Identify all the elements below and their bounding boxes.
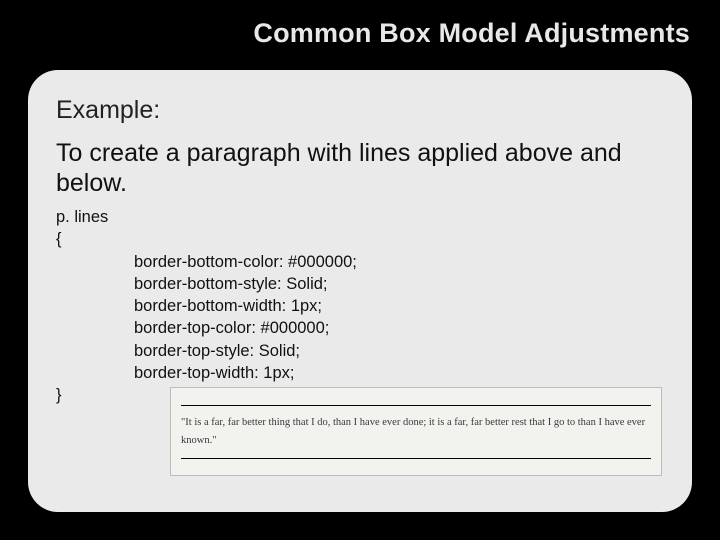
code-line: border-bottom-color: #000000; — [56, 251, 664, 273]
code-line: border-bottom-style: Solid; — [56, 273, 664, 295]
content-panel: Example: To create a paragraph with line… — [28, 70, 692, 512]
code-line: border-top-width: 1px; — [56, 362, 664, 384]
code-selector: p. lines — [56, 206, 664, 228]
code-line: border-top-color: #000000; — [56, 317, 664, 339]
rendered-example-box: "It is a far, far better thing that I do… — [170, 387, 662, 476]
example-description: To create a paragraph with lines applied… — [56, 139, 664, 198]
code-line: border-bottom-width: 1px; — [56, 295, 664, 317]
code-line: border-top-style: Solid; — [56, 340, 664, 362]
slide-title: Common Box Model Adjustments — [8, 8, 712, 49]
rendered-quote-paragraph: "It is a far, far better thing that I do… — [181, 405, 651, 459]
slide-frame: Common Box Model Adjustments Example: To… — [8, 8, 712, 532]
css-code-block: p. lines { border-bottom-color: #000000;… — [56, 206, 664, 406]
example-label: Example: — [56, 96, 664, 125]
code-open-brace: { — [56, 228, 664, 250]
